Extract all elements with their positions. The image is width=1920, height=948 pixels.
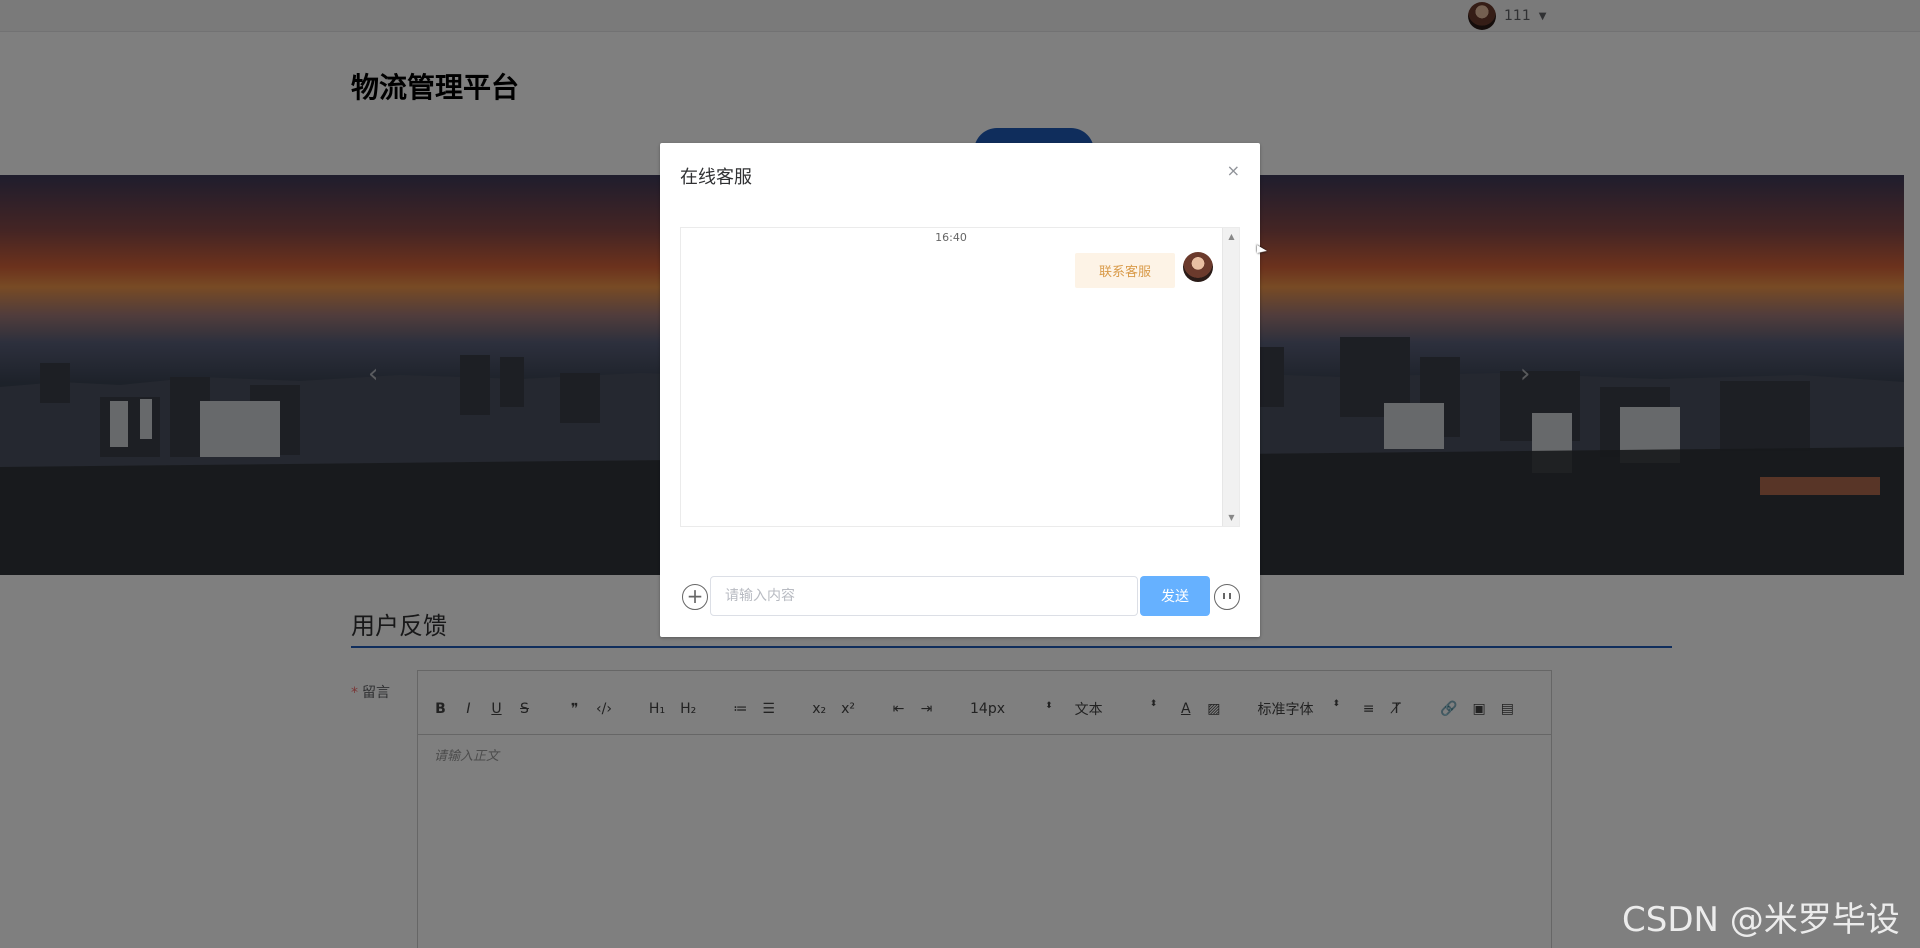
chat-timestamp: 16:40 (935, 231, 967, 244)
watermark: CSDN @米罗毕设 (1622, 900, 1900, 940)
user-avatar (1183, 252, 1213, 282)
chat-scrollbar[interactable]: ▲ ▼ (1222, 228, 1239, 526)
message-input[interactable] (710, 576, 1138, 616)
send-button[interactable]: 发送 (1140, 576, 1210, 616)
customer-service-dialog: 在线客服 × 16:40 联系客服 ▲ ▼ + 发送 (660, 143, 1260, 637)
scroll-up-icon[interactable]: ▲ (1223, 232, 1240, 241)
dialog-title: 在线客服 (680, 167, 752, 188)
emoji-icon[interactable] (1214, 584, 1240, 610)
plus-icon[interactable]: + (682, 584, 708, 610)
scroll-down-icon[interactable]: ▼ (1223, 513, 1240, 522)
close-icon[interactable]: × (1227, 161, 1240, 180)
chat-message: 联系客服 (1074, 253, 1175, 288)
message-composer: + 发送 (680, 576, 1240, 618)
chat-history[interactable]: 16:40 联系客服 ▲ ▼ (680, 227, 1240, 527)
